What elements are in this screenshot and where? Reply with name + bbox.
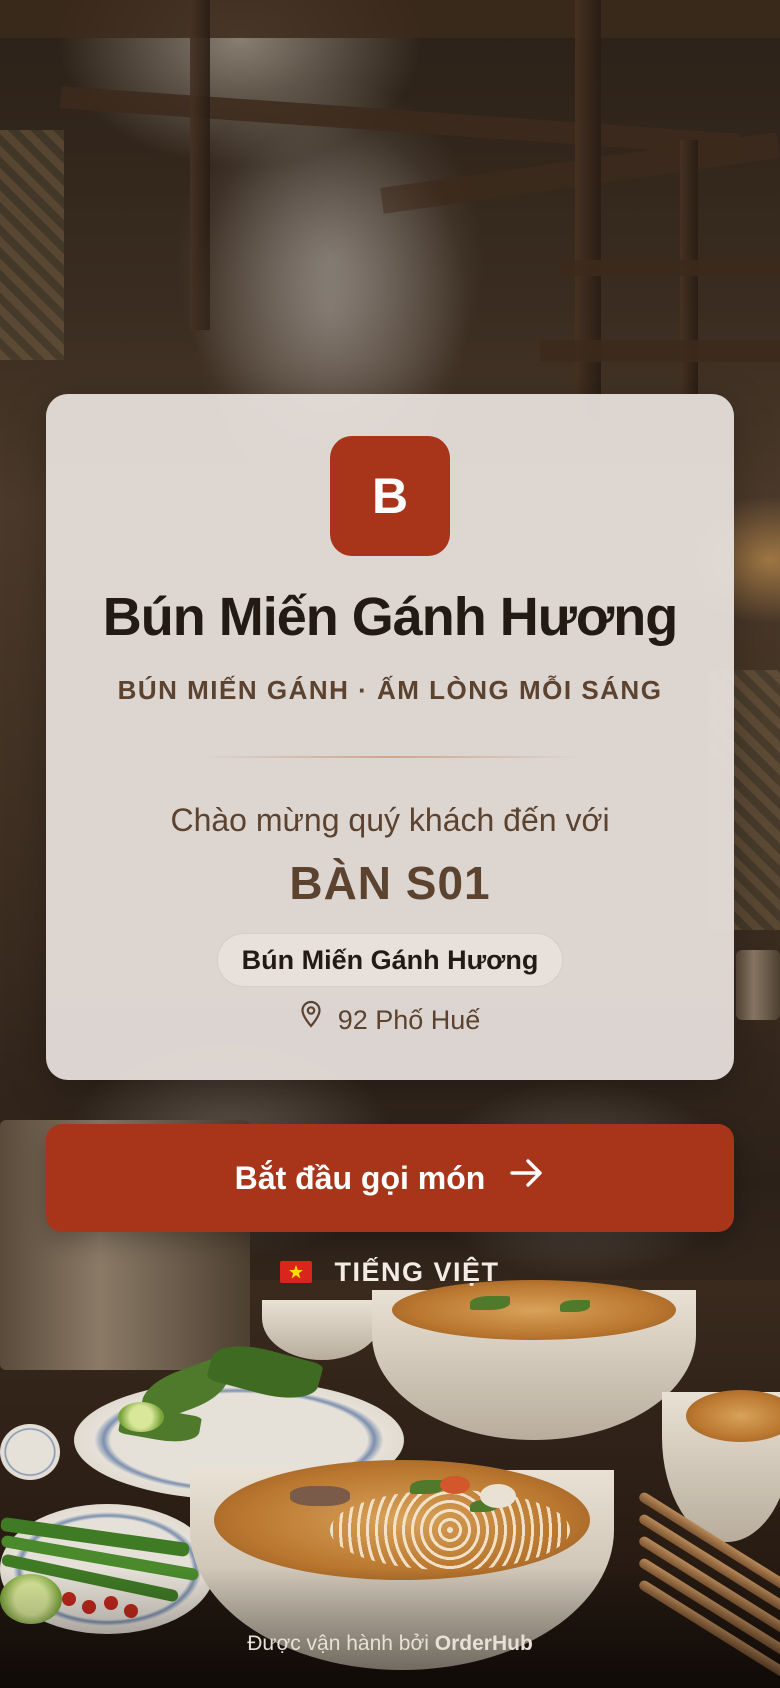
branch-address: 92 Phố Huế <box>46 1000 734 1040</box>
welcome-message: Chào mừng quý khách đến với <box>170 802 610 838</box>
arrow-right-icon <box>509 1124 545 1232</box>
powered-by-footer: Được vận hành bởi OrderHub <box>0 1632 780 1656</box>
branch-name-badge: Bún Miến Gánh Hương <box>218 934 562 986</box>
footer-prefix: Được vận hành bởi <box>247 1632 429 1655</box>
address-text: 92 Phố Huế <box>337 1005 481 1035</box>
divider <box>200 756 580 758</box>
restaurant-name: Bún Miến Gánh Hương <box>102 587 678 647</box>
restaurant-tagline: BÚN MIẾN GÁNH · ẤM LÒNG MỖI SÁNG <box>117 675 663 705</box>
restaurant-logo: B <box>330 436 450 556</box>
language-selector[interactable]: TIẾNG VIỆT <box>0 1252 780 1292</box>
table-number: BÀN S01 <box>289 857 491 909</box>
footer-brand: OrderHub <box>434 1632 533 1655</box>
start-order-button[interactable]: Bắt đầu gọi món <box>46 1124 734 1232</box>
welcome-card: B Bún Miến Gánh Hương BÚN MIẾN GÁNH · ẤM… <box>46 394 734 1080</box>
vietnam-flag-icon <box>280 1260 313 1283</box>
map-pin-icon <box>300 999 322 1039</box>
start-order-label: Bắt đầu gọi món <box>234 1160 486 1196</box>
language-label: TIẾNG VIỆT <box>334 1257 500 1287</box>
